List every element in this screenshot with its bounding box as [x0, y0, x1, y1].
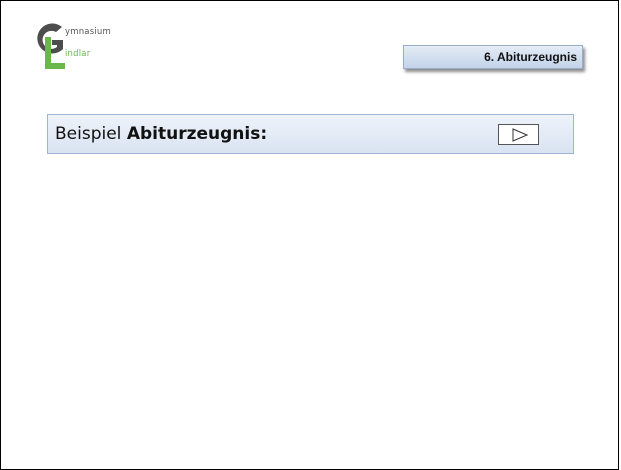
slide-title-prefix: Beispiel	[55, 124, 127, 144]
section-tag: 6. Abiturzeugnis	[403, 45, 583, 69]
logo-word-gymnasium: ymnasium	[65, 27, 111, 37]
slide-title: Beispiel Abiturzeugnis:	[55, 124, 267, 144]
logo-gl-mark	[37, 23, 65, 69]
school-logo: ymnasium indlar	[36, 23, 146, 75]
slide-title-bold: Abiturzeugnis:	[126, 124, 268, 144]
play-icon	[512, 128, 528, 142]
play-button[interactable]	[498, 124, 539, 145]
slide: ymnasium indlar 6. Abiturzeugnis Beispie…	[0, 0, 619, 470]
logo-word-lindlar: indlar	[65, 49, 91, 59]
title-bar: Beispiel Abiturzeugnis:	[47, 114, 574, 154]
